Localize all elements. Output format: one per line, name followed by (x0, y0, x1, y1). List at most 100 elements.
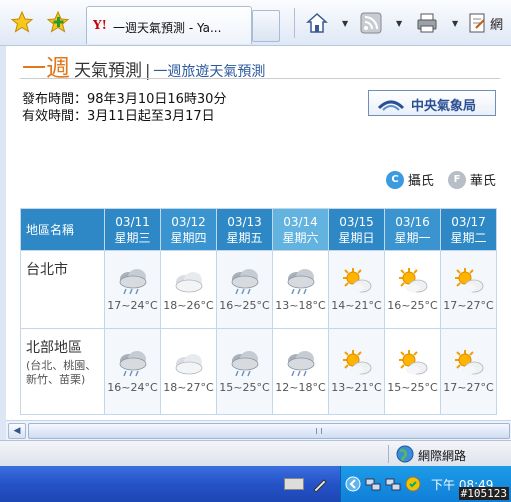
forecast-cell[interactable]: 13~18°C (272, 250, 329, 329)
temperature-range: 17~27°C (443, 299, 494, 312)
cwb-logo-button[interactable]: 中央氣象局 (368, 90, 496, 116)
toolbar-separator (294, 8, 295, 38)
forecast-cell[interactable]: 15~25°C (384, 328, 441, 415)
fahrenheit-label: 華氏 (469, 174, 496, 189)
forecast-cell[interactable]: 17~24°C (104, 250, 161, 329)
browser-tab-active[interactable]: Y! 一週天氣預測 - Ya... (86, 6, 252, 44)
browser-toolbar: Y! 一週天氣預測 - Ya... ▼ ▼ ▼ 網 (0, 0, 511, 46)
cloud-icon (175, 354, 202, 375)
day-header: 03/14 星期六 (272, 208, 329, 251)
add-favorite-icon[interactable] (46, 10, 70, 34)
sun-cloud-icon (454, 350, 483, 375)
watermark-id: #105123 (458, 487, 509, 500)
home-dropdown-icon[interactable]: ▼ (342, 19, 348, 28)
cwb-emblem-icon (377, 100, 405, 111)
forecast-cell[interactable]: 16~24°C (104, 328, 161, 415)
temperature-range: 18~26°C (163, 299, 214, 312)
scroll-left-button[interactable]: ◀ (8, 423, 26, 439)
temperature-range: 15~25°C (387, 381, 438, 394)
temperature-range: 16~24°C (107, 381, 158, 394)
rss-dropdown-icon[interactable]: ▼ (396, 19, 402, 28)
rain-cloud-icon (231, 269, 258, 295)
day-header: 03/16 星期一 (384, 208, 441, 251)
pen-icon[interactable] (312, 476, 328, 492)
heading-divider (20, 78, 500, 79)
horizontal-scrollbar[interactable]: ◀ (6, 420, 511, 440)
temperature-range: 13~21°C (331, 381, 382, 394)
keyboard-icon[interactable] (284, 478, 304, 490)
sun-cloud-icon (398, 350, 427, 375)
status-bar: 網際網路 (0, 440, 511, 466)
sun-cloud-icon (454, 268, 483, 293)
celsius-icon: C (386, 170, 404, 189)
favorites-star-icon[interactable] (10, 10, 34, 34)
day-header: 03/15 星期日 (328, 208, 385, 251)
table-row: 北部地區 (台北、桃園、新竹、苗栗) 16~24°C 18~27°C 15~25°C 12… (20, 328, 497, 415)
temperature-range: 15~25°C (219, 381, 270, 394)
network-icon[interactable] (365, 476, 381, 492)
security-shield-icon[interactable] (405, 476, 421, 492)
status-separator (388, 445, 389, 463)
sun-cloud-icon (342, 350, 371, 375)
day-header: 03/17 星期二 (440, 208, 497, 251)
temperature-range: 13~18°C (275, 299, 326, 312)
table-row: 台北市 17~24°C 18~26°C 16~25°C 13~18°C 14~21°C 16… (20, 250, 497, 329)
forecast-cell[interactable]: 13~21°C (328, 328, 385, 415)
fahrenheit-option[interactable]: F 華氏 (448, 170, 496, 192)
page-icon[interactable] (466, 12, 488, 34)
tab-title: 一週天氣預測 - Ya... (113, 21, 222, 35)
temperature-range: 17~24°C (107, 299, 158, 312)
region-header: 地區名稱 (20, 208, 105, 251)
security-zone-label[interactable]: 網際網路 (418, 447, 466, 464)
temperature-range: 16~25°C (387, 299, 438, 312)
celsius-label: 攝氏 (407, 174, 434, 189)
celsius-option[interactable]: C 攝氏 (386, 170, 434, 192)
temperature-range: 16~25°C (219, 299, 270, 312)
forecast-cell[interactable]: 14~21°C (328, 250, 385, 329)
scroll-thumb[interactable] (28, 423, 510, 439)
forecast-cell[interactable]: 17~27°C (440, 328, 497, 415)
windows-taskbar: 下午 08:49 (0, 466, 511, 502)
home-icon[interactable] (306, 12, 328, 34)
forecast-cell[interactable]: 18~27°C (160, 328, 217, 415)
temperature-range: 12~18°C (275, 381, 326, 394)
forecast-cell[interactable]: 12~18°C (272, 328, 329, 415)
sun-cloud-icon (398, 268, 427, 293)
yahoo-logo-icon: Y! (93, 18, 107, 32)
page-content: 一週 天氣預測 | 一週旅遊天氣預測 發布時間：98年3月10日16時30分 有效時間… (0, 46, 511, 420)
network-icon[interactable] (385, 476, 401, 492)
page-heading: 一週 天氣預測 | 一週旅遊天氣預測 (22, 48, 265, 82)
forecast-cell[interactable]: 16~25°C (384, 250, 441, 329)
fahrenheit-icon: F (448, 170, 466, 189)
valid-time: 有效時間：3月11日起至3月17日 (22, 109, 215, 124)
temperature-range: 17~27°C (443, 381, 494, 394)
new-tab-button[interactable] (252, 10, 280, 42)
rain-cloud-icon (287, 269, 314, 295)
sun-cloud-icon (342, 268, 371, 293)
scroll-grip (316, 428, 322, 434)
forecast-header-row: 地區名稱 03/11 星期三 03/12 星期四 03/13 星期五 03/14 星期六… (20, 208, 497, 251)
agency-name: 中央氣象局 (411, 99, 477, 114)
day-header: 03/13 星期五 (216, 208, 273, 251)
forecast-cell[interactable]: 18~26°C (160, 250, 217, 329)
tray-expand-icon[interactable] (345, 476, 361, 492)
forecast-cell[interactable]: 15~25°C (216, 328, 273, 415)
region-subtitle: (台北、桃園、新竹、苗栗) (26, 359, 97, 386)
rain-cloud-icon (119, 269, 146, 295)
print-dropdown-icon[interactable]: ▼ (452, 19, 458, 28)
rain-cloud-icon (231, 351, 258, 377)
forecast-table: 地區名稱 03/11 星期三 03/12 星期四 03/13 星期五 03/14 星期六… (20, 208, 497, 415)
cloud-icon (175, 272, 202, 293)
day-header: 03/11 星期三 (104, 208, 161, 251)
page-menu-label[interactable]: 網 (490, 14, 503, 33)
print-icon[interactable] (416, 12, 438, 34)
rain-cloud-icon (287, 351, 314, 377)
rss-feed-icon[interactable] (360, 12, 382, 34)
region-name[interactable]: 台北市 (20, 250, 105, 329)
temperature-range: 18~27°C (163, 381, 214, 394)
forecast-cell[interactable]: 16~25°C (216, 250, 273, 329)
region-name[interactable]: 北部地區 (台北、桃園、新竹、苗栗) (20, 328, 105, 415)
internet-zone-globe-icon (396, 445, 414, 463)
forecast-cell[interactable]: 17~27°C (440, 250, 497, 329)
temperature-range: 14~21°C (331, 299, 382, 312)
